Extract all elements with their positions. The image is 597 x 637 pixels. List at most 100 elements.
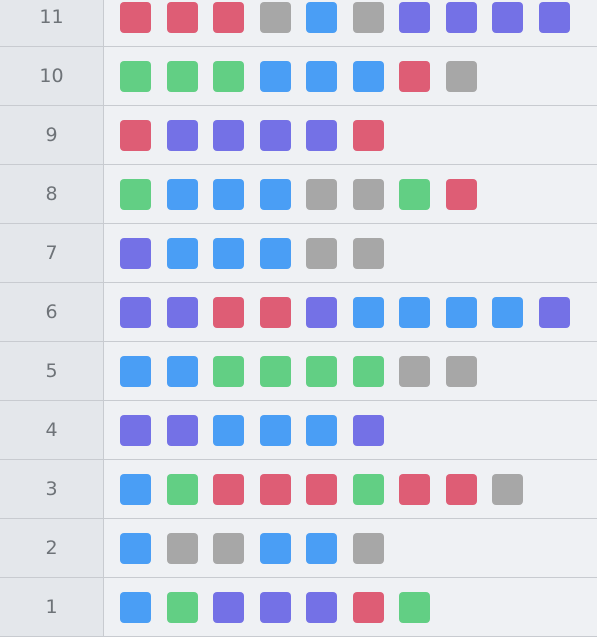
blue-cell[interactable] [120,355,151,387]
gray-cell[interactable] [213,532,244,564]
blue-cell[interactable] [259,532,291,564]
green-cell[interactable] [166,60,198,92]
blue-cell[interactable] [213,414,244,446]
green-cell[interactable] [399,178,430,210]
red-cell[interactable] [399,473,430,505]
red-cell[interactable] [166,1,198,33]
grid-row: 2 [0,519,597,578]
purple-cell[interactable] [166,296,198,328]
gray-cell[interactable] [492,473,523,505]
green-cell[interactable] [120,178,151,210]
green-cell[interactable] [306,355,337,387]
blue-cell[interactable] [259,60,291,92]
red-cell[interactable] [213,473,244,505]
red-cell[interactable] [306,473,337,505]
purple-cell[interactable] [213,119,244,151]
red-cell[interactable] [259,296,291,328]
gray-cell[interactable] [166,532,198,564]
blue-cell[interactable] [166,237,198,269]
red-cell[interactable] [259,473,291,505]
red-cell[interactable] [352,119,384,151]
blue-cell[interactable] [399,296,430,328]
red-cell[interactable] [120,119,151,151]
green-cell[interactable] [399,591,430,623]
gray-cell[interactable] [445,355,477,387]
grid-row: 8 [0,165,597,224]
green-cell[interactable] [120,60,151,92]
blue-cell[interactable] [306,532,337,564]
row-cells [104,47,597,105]
green-cell[interactable] [166,591,198,623]
grid-row: 6 [0,283,597,342]
row-cells [104,460,597,518]
blue-cell[interactable] [166,178,198,210]
green-cell[interactable] [259,355,291,387]
row-number: 4 [0,401,104,459]
purple-cell[interactable] [259,591,291,623]
green-cell[interactable] [213,60,244,92]
purple-cell[interactable] [120,237,151,269]
purple-cell[interactable] [259,119,291,151]
blue-cell[interactable] [120,591,151,623]
blue-cell[interactable] [120,532,151,564]
blue-cell[interactable] [259,414,291,446]
green-cell[interactable] [352,355,384,387]
purple-cell[interactable] [306,591,337,623]
row-number: 11 [0,0,104,46]
row-number: 2 [0,519,104,577]
blue-cell[interactable] [306,60,337,92]
gray-cell[interactable] [306,237,337,269]
purple-cell[interactable] [306,296,337,328]
purple-cell[interactable] [166,119,198,151]
blue-cell[interactable] [445,296,477,328]
blue-cell[interactable] [492,296,523,328]
purple-cell[interactable] [166,414,198,446]
green-cell[interactable] [166,473,198,505]
gray-cell[interactable] [306,178,337,210]
blue-cell[interactable] [259,237,291,269]
grid-row: 5 [0,342,597,401]
blue-cell[interactable] [306,414,337,446]
row-number: 7 [0,224,104,282]
blue-cell[interactable] [213,237,244,269]
green-cell[interactable] [213,355,244,387]
gray-cell[interactable] [352,178,384,210]
row-number: 5 [0,342,104,400]
row-number: 3 [0,460,104,518]
blue-cell[interactable] [213,178,244,210]
gray-cell[interactable] [352,532,384,564]
green-cell[interactable] [352,473,384,505]
gray-cell[interactable] [352,237,384,269]
gray-cell[interactable] [259,1,291,33]
blue-cell[interactable] [259,178,291,210]
purple-cell[interactable] [399,1,430,33]
purple-cell[interactable] [492,1,523,33]
purple-cell[interactable] [538,296,570,328]
red-cell[interactable] [445,178,477,210]
red-cell[interactable] [352,591,384,623]
blue-cell[interactable] [352,296,384,328]
row-cells [104,578,597,636]
red-cell[interactable] [445,473,477,505]
red-cell[interactable] [213,296,244,328]
red-cell[interactable] [213,1,244,33]
purple-cell[interactable] [213,591,244,623]
gray-cell[interactable] [445,60,477,92]
row-cells [104,224,597,282]
gray-cell[interactable] [399,355,430,387]
red-cell[interactable] [399,60,430,92]
blue-cell[interactable] [120,473,151,505]
purple-cell[interactable] [120,414,151,446]
grid-row: 4 [0,401,597,460]
purple-cell[interactable] [538,1,570,33]
purple-cell[interactable] [445,1,477,33]
grid-row: 10 [0,47,597,106]
blue-cell[interactable] [166,355,198,387]
blue-cell[interactable] [306,1,337,33]
blue-cell[interactable] [352,60,384,92]
purple-cell[interactable] [120,296,151,328]
purple-cell[interactable] [352,414,384,446]
purple-cell[interactable] [306,119,337,151]
gray-cell[interactable] [352,1,384,33]
red-cell[interactable] [120,1,151,33]
